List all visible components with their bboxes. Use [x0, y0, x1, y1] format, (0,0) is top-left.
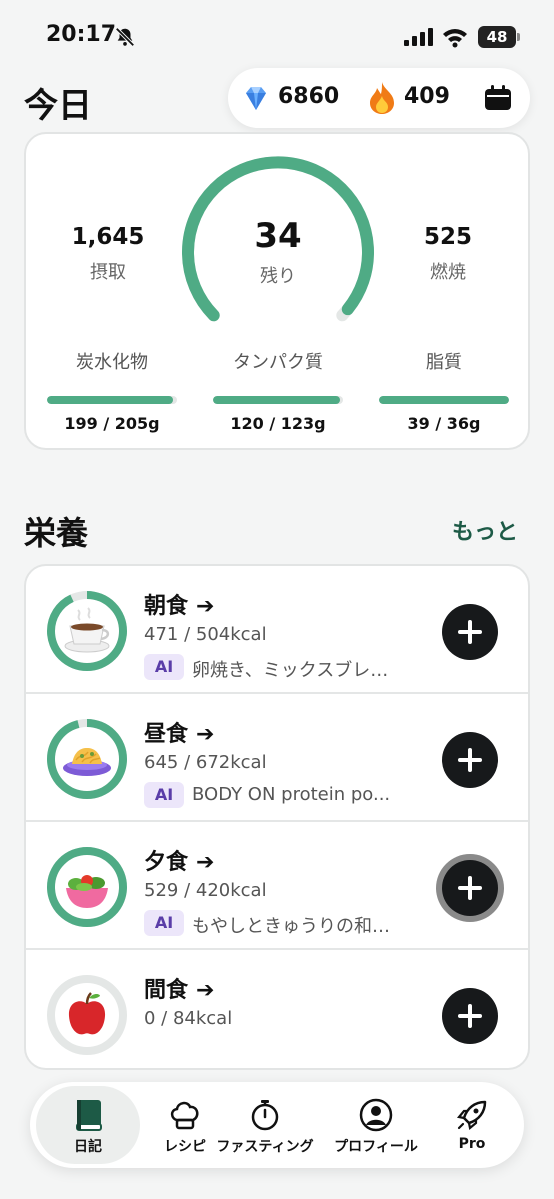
meal-description: もやしときゅうりの和…	[192, 916, 390, 937]
cellular-signal-icon	[404, 28, 433, 46]
macro-value: 199 / 205g	[64, 414, 160, 433]
macro-progress-bar	[47, 396, 177, 404]
burned-label: 燃焼	[430, 262, 466, 283]
add-breakfast-button[interactable]	[442, 604, 498, 660]
tab-label: プロフィール	[334, 1139, 418, 1155]
wifi-icon	[443, 29, 467, 48]
tab-label: 日記	[74, 1139, 102, 1155]
meal-kcal: 529 / 420kcal	[144, 880, 267, 901]
calendar-icon[interactable]	[484, 85, 512, 111]
tab-pro[interactable]: Pro	[436, 1082, 508, 1168]
macro-value: 120 / 123g	[230, 414, 326, 433]
add-snack-button[interactable]	[442, 988, 498, 1044]
streak-count: 409	[404, 84, 450, 109]
add-dinner-button[interactable]	[442, 860, 498, 916]
intake-value: 1,645	[71, 224, 145, 250]
meal-name-text: 夕食	[144, 850, 189, 875]
meal-name-text: 間食	[144, 978, 189, 1003]
meal-kcal: 645 / 672kcal	[144, 752, 267, 773]
tab-fasting[interactable]: ファスティング	[210, 1082, 320, 1168]
status-time: 20:17	[46, 22, 117, 47]
more-link[interactable]: もっと	[452, 514, 518, 546]
arrow-right-icon: ➔	[196, 594, 215, 619]
chef-hat-icon	[170, 1101, 199, 1130]
macro-progress-fill	[213, 396, 341, 404]
meal-row-breakfast[interactable]: 朝食 ➔ 471 / 504kcal AI 卵焼き、ミックスブレ…	[26, 566, 528, 694]
meal-kcal: 471 / 504kcal	[144, 624, 267, 645]
gem-count: 6860	[278, 84, 340, 109]
meal-name: 夕食 ➔	[144, 844, 214, 876]
user-icon	[359, 1098, 393, 1132]
salad-bowl-icon	[66, 875, 108, 908]
meal-kcal: 0 / 84kcal	[144, 1008, 233, 1029]
page-title: 今日	[24, 86, 92, 126]
meal-name: 間食 ➔	[144, 972, 214, 1004]
macro-progress-bar	[213, 396, 343, 404]
rocket-icon	[456, 1100, 487, 1131]
flame-icon	[370, 82, 394, 114]
meal-row-snack[interactable]: 間食 ➔ 0 / 84kcal	[26, 950, 528, 1068]
macro-progress-bar	[379, 396, 509, 404]
arrow-right-icon: ➔	[196, 850, 215, 875]
macro-progress-fill	[379, 396, 509, 404]
stopwatch-icon	[251, 1100, 279, 1131]
arrow-right-icon: ➔	[196, 722, 215, 747]
macro-progress-fill	[47, 396, 174, 404]
battery-indicator: 48	[478, 26, 520, 48]
apple-icon	[68, 992, 106, 1035]
ai-badge: AI	[144, 782, 184, 808]
meal-name-text: 昼食	[144, 722, 189, 747]
meal-row-dinner[interactable]: 夕食 ➔ 529 / 420kcal AI もやしときゅうりの和…	[26, 822, 528, 950]
stats-pill: 6860 409	[228, 68, 530, 128]
remaining-stat: 34 残り	[218, 216, 338, 288]
meal-row-lunch[interactable]: 昼食 ➔ 645 / 672kcal AI BODY ON protein po.…	[26, 694, 528, 822]
meal-name: 朝食 ➔	[144, 588, 214, 620]
ai-badge: AI	[144, 654, 184, 680]
meal-name: 昼食 ➔	[144, 716, 214, 748]
book-icon	[76, 1100, 102, 1131]
coffee-cup-icon	[64, 607, 110, 653]
meal-description: 卵焼き、ミックスブレ…	[192, 660, 389, 681]
macro-value: 39 / 36g	[407, 414, 481, 433]
intake-label: 摂取	[90, 262, 126, 283]
meal-name-text: 朝食	[144, 594, 189, 619]
ai-badge: AI	[144, 910, 184, 936]
bottom-tab-bar: 日記 レシピ ファスティング プロフィール Pro	[30, 1082, 524, 1168]
bell-muted-icon	[115, 27, 135, 47]
burned-stat: 525 燃焼	[388, 224, 508, 284]
tab-profile[interactable]: プロフィール	[326, 1082, 426, 1168]
add-lunch-button[interactable]	[442, 732, 498, 788]
tab-label: ファスティング	[216, 1139, 314, 1155]
macro-label: 脂質	[426, 352, 462, 373]
meal-list: 朝食 ➔ 471 / 504kcal AI 卵焼き、ミックスブレ… 昼食 ➔ 645…	[24, 564, 530, 1070]
macro-carbs: 炭水化物 199 / 205g	[46, 348, 178, 433]
section-title: 栄養	[24, 514, 89, 552]
status-bar: 20:17 48	[0, 22, 554, 52]
tab-diary[interactable]: 日記	[36, 1086, 140, 1164]
tab-label: Pro	[458, 1136, 486, 1152]
pasta-plate-icon	[63, 748, 111, 776]
calorie-summary-card[interactable]: 1,645 摂取 34 残り 525 燃焼 炭水化物 199 / 205g タン…	[24, 132, 530, 450]
macro-label: 炭水化物	[76, 352, 148, 373]
macro-label: タンパク質	[233, 352, 323, 373]
arrow-right-icon: ➔	[196, 978, 215, 1003]
intake-stat: 1,645 摂取	[48, 224, 168, 284]
burned-value: 525	[423, 224, 472, 250]
remaining-label: 残り	[260, 266, 296, 287]
meal-description: BODY ON protein po...	[192, 784, 391, 805]
macro-fat: 脂質 39 / 36g	[378, 348, 510, 433]
remaining-value: 34	[254, 216, 302, 256]
macro-protein: タンパク質 120 / 123g	[212, 348, 344, 433]
diamond-icon	[246, 87, 266, 110]
